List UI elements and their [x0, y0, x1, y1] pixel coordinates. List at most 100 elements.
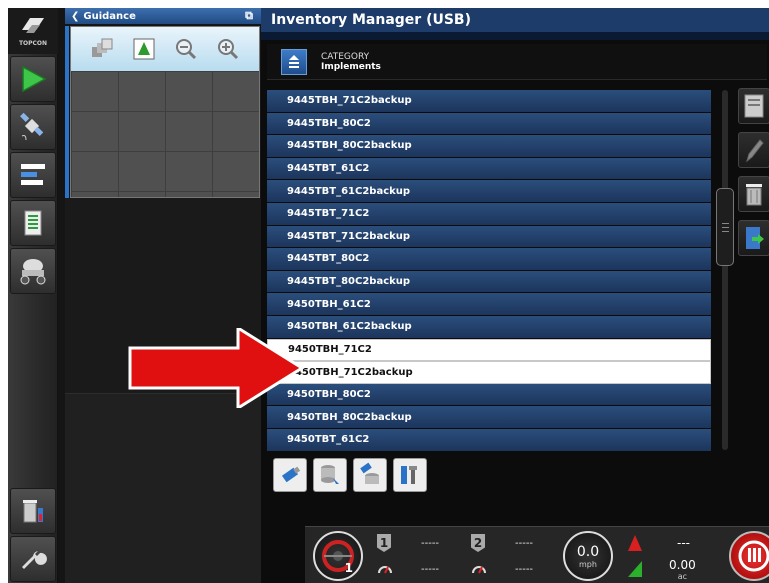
dial-number: 1 — [344, 561, 353, 575]
wrench-icon — [22, 551, 47, 569]
bin-icon — [23, 500, 43, 523]
guidance-dial[interactable]: 1 — [313, 531, 363, 581]
new-item-button[interactable] — [738, 88, 769, 124]
screen: TOPCON ❮ Guidance ⧉ Inventory Manager (U… — [8, 8, 769, 583]
section-1-bottom: ----- — [377, 557, 463, 581]
gps-button[interactable] — [10, 104, 56, 150]
list-item[interactable]: 9450TBH_71C2 — [267, 338, 711, 362]
section-2-bottom: ----- — [471, 557, 557, 581]
section-2-bottom-value: ----- — [515, 563, 534, 575]
usb-icon — [281, 466, 301, 483]
zoom-out-icon[interactable] — [173, 36, 199, 62]
page-title: Inventory Manager (USB) — [261, 8, 769, 32]
scrollbar-thumb[interactable] — [716, 188, 734, 266]
list-item[interactable]: 9445TBT_71C2backup — [267, 225, 711, 249]
master-switch-icon — [738, 540, 769, 572]
tools-button[interactable] — [10, 536, 56, 582]
section-1-bottom-value: ----- — [421, 563, 440, 575]
left-toolbar: TOPCON — [8, 8, 58, 583]
heading-cell: --- — [627, 531, 717, 555]
play-arrow-icon — [22, 65, 47, 93]
popout-icon[interactable]: ⧉ — [245, 9, 253, 23]
database-import-button[interactable] — [313, 458, 347, 492]
section-1-badge: 1 — [377, 534, 391, 552]
new-document-icon — [744, 94, 764, 118]
section-2-badge: 2 — [471, 534, 485, 552]
list-bars-icon — [21, 164, 45, 185]
list-item[interactable]: 9445TBT_80C2backup — [267, 270, 711, 294]
topcon-logo-mark — [20, 16, 46, 39]
map-view-icon[interactable] — [131, 36, 157, 62]
list-item[interactable]: 9450TBH_71C2backup — [267, 361, 711, 384]
category-label: CATEGORY — [321, 51, 370, 62]
right-toolbar — [738, 88, 769, 264]
status-bar: 1 1 ----- ----- 2 ----- ----- 0.0 mph --… — [305, 526, 769, 583]
gauge-icon — [378, 566, 392, 574]
title-underline — [261, 32, 769, 40]
guidance-tab[interactable]: ❮ Guidance ⧉ — [65, 8, 261, 24]
delete-button[interactable] — [738, 176, 769, 212]
section-2-top: 2 ----- — [471, 531, 557, 555]
list-item[interactable]: 9450TBT_61C2 — [267, 428, 711, 452]
list-item[interactable]: 9445TBT_61C2 — [267, 157, 711, 181]
section-1-top: 1 ----- — [377, 531, 463, 555]
speed-value: 0.0 — [576, 543, 600, 560]
list-item[interactable]: 9445TBT_61C2backup — [267, 180, 711, 203]
topcon-logo: TOPCON — [8, 8, 58, 54]
guidance-arrow-button[interactable] — [10, 56, 56, 102]
tools-icon — [401, 466, 417, 484]
database-icon — [321, 465, 339, 484]
machine-button[interactable] — [10, 248, 56, 294]
area-value: 0.00 — [669, 557, 696, 572]
category-list-icon — [281, 48, 307, 75]
export-icon — [746, 227, 764, 249]
satellite-icon — [20, 112, 44, 141]
document-icon — [24, 210, 42, 236]
list-item[interactable]: 9445TBH_80C2backup — [267, 135, 711, 158]
guidance-panel — [70, 26, 260, 198]
layers-icon[interactable] — [89, 36, 115, 62]
usb-database-button[interactable] — [353, 458, 387, 492]
topcon-logo-text: TOPCON — [18, 39, 48, 47]
list-item[interactable]: 9445TBH_71C2backup — [267, 90, 711, 113]
usb-database-icon — [360, 462, 379, 484]
green-wedge-icon — [628, 561, 642, 577]
red-arrow-icon — [128, 328, 305, 408]
list-item[interactable]: 9450TBH_80C2 — [267, 383, 711, 407]
list-item[interactable]: 9445TBT_71C2 — [267, 202, 711, 226]
zoom-in-icon[interactable] — [215, 36, 241, 62]
category-value: Implements — [321, 61, 381, 72]
bottom-toolbar — [273, 458, 427, 492]
tools-usb-button[interactable] — [393, 458, 427, 492]
inventory-manager: Inventory Manager (USB) CATEGORY Impleme… — [261, 8, 769, 583]
guidance-map-grid[interactable] — [71, 71, 259, 197]
pencil-icon — [746, 139, 764, 163]
list-item[interactable]: 9450TBH_80C2backup — [267, 406, 711, 429]
master-switch-button[interactable] — [729, 531, 769, 581]
gauge-icon — [472, 566, 486, 574]
category-selector[interactable]: CATEGORY Implements — [267, 44, 767, 80]
list-item[interactable]: 9450TBH_61C2 — [267, 293, 711, 316]
area-top-value: --- — [677, 536, 690, 550]
edit-button[interactable] — [738, 132, 769, 168]
speed-dial: 0.0 mph — [563, 531, 613, 581]
document-button[interactable] — [10, 200, 56, 246]
back-chevron-icon: ❮ — [71, 10, 80, 22]
list-item[interactable]: 9445TBH_80C2 — [267, 112, 711, 136]
scrollbar-track[interactable] — [722, 90, 728, 450]
red-triangle-icon — [628, 535, 642, 551]
speed-unit: mph — [579, 559, 597, 569]
list-item[interactable]: 9450TBH_61C2backup — [267, 315, 711, 339]
inventory-list: 9445TBH_71C2backup 9445TBH_80C2 9445TBH_… — [267, 90, 711, 452]
left-pane-lower-block — [65, 393, 261, 583]
guidance-toolbar — [71, 27, 259, 71]
vehicle-icon — [20, 259, 46, 285]
usb-export-button[interactable] — [273, 458, 307, 492]
trash-icon — [746, 184, 762, 206]
trash-settings-button[interactable] — [10, 488, 56, 534]
section-2-top-value: ----- — [515, 537, 534, 549]
list-item[interactable]: 9445TBT_80C2 — [267, 248, 711, 271]
guidance-title: Guidance — [83, 10, 136, 22]
export-button[interactable] — [738, 220, 769, 256]
layout-button[interactable] — [10, 152, 56, 198]
